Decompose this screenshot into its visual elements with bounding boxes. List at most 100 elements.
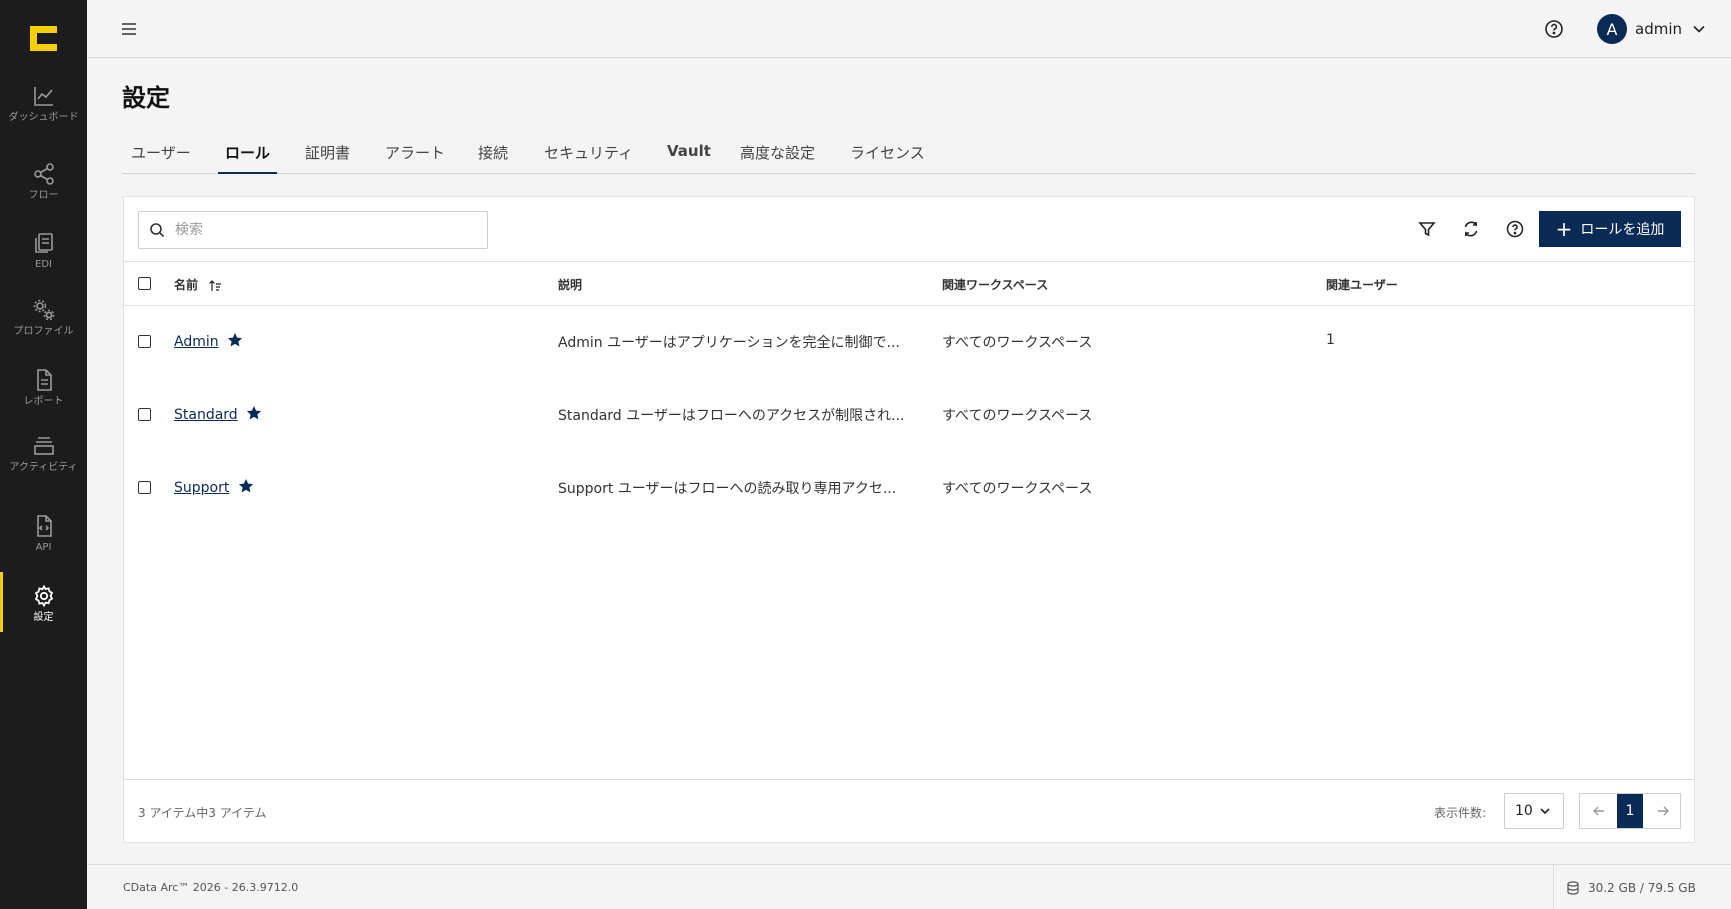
column-header-description: 説明 — [558, 278, 583, 292]
per-page-value: 10 — [1515, 803, 1533, 819]
description-cell: Standard ユーザーはフローへのアクセスが制限され... — [558, 408, 905, 424]
pagination-bar: 3 アイテム中3 アイテム 表示件数: 10 1 — [124, 779, 1694, 842]
tab-connections[interactable]: 接続 — [478, 142, 508, 174]
sort-ascending-icon[interactable] — [208, 279, 222, 293]
filter-icon[interactable] — [1417, 219, 1437, 239]
settings-tabs: ユーザー ロール 証明書 アラート 接続 セキュリティ Vault 高度な設定 … — [122, 138, 1695, 174]
chart-line-icon — [33, 87, 53, 106]
select-all-checkbox[interactable] — [138, 277, 151, 290]
sidebar-item-activity[interactable]: アクティビティ — [0, 434, 87, 473]
gears-icon — [33, 299, 54, 321]
table-row: Standard Standard ユーザーはフローへのアクセスが制限され...… — [124, 380, 1694, 452]
add-role-label: ロールを追加 — [1580, 222, 1665, 238]
chevron-down-icon — [1693, 25, 1705, 33]
per-page-label: 表示件数: — [1434, 806, 1487, 820]
sidebar: ダッシュボード フロー EDI プロファイル レポート アクティビティ API … — [0, 0, 87, 909]
sidebar-item-flow[interactable]: フロー — [0, 162, 87, 201]
role-name-cell: Standard — [174, 405, 262, 423]
role-name-cell: Admin — [174, 332, 243, 350]
per-page-select[interactable]: 10 — [1504, 793, 1564, 829]
hamburger-menu-icon[interactable] — [119, 19, 139, 39]
row-checkbox[interactable] — [138, 335, 151, 348]
sidebar-item-label: API — [35, 542, 52, 553]
gear-icon — [34, 584, 53, 608]
sidebar-item-api[interactable]: API — [0, 514, 87, 553]
storage-text: 30.2 GB / 79.5 GB — [1588, 880, 1696, 895]
workspace-cell: すべてのワークスペース — [942, 481, 1093, 497]
star-icon — [227, 333, 243, 347]
description-cell: Support ユーザーはフローへの読み取り専用アクセ... — [558, 481, 897, 497]
tab-certificates[interactable]: 証明書 — [305, 142, 350, 174]
workspace-cell: すべてのワークスペース — [942, 335, 1093, 351]
search-box — [138, 211, 488, 249]
sidebar-item-profile[interactable]: プロファイル — [0, 298, 87, 337]
users-cell: 1 — [1326, 332, 1335, 348]
column-header-name[interactable]: 名前 — [174, 276, 222, 293]
help-icon[interactable] — [1505, 219, 1525, 239]
sidebar-item-label: EDI — [35, 259, 52, 270]
previous-page-button[interactable] — [1582, 794, 1616, 828]
row-checkbox[interactable] — [138, 408, 151, 421]
documents-icon — [34, 233, 53, 253]
workspace-cell: すべてのワークスペース — [942, 408, 1093, 424]
sidebar-item-label: フロー — [28, 190, 59, 201]
role-name-cell: Support — [174, 478, 254, 496]
role-link[interactable]: Standard — [174, 407, 238, 423]
sidebar-item-label: 設定 — [33, 612, 54, 623]
page-title: 設定 — [122, 84, 170, 112]
top-header: A admin — [87, 0, 1731, 58]
sidebar-item-settings[interactable]: 設定 — [0, 572, 87, 632]
sidebar-item-label: アクティビティ — [9, 462, 78, 473]
tab-license[interactable]: ライセンス — [850, 142, 925, 174]
refresh-icon[interactable] — [1461, 219, 1481, 239]
sidebar-item-edi[interactable]: EDI — [0, 231, 87, 270]
description-cell: Admin ユーザーはアプリケーションを完全に制御で... — [558, 335, 900, 351]
roles-card: + ロールを追加 名前 説明 関連ワークスペース 関連ユーザー Admin Ad… — [123, 196, 1695, 843]
storage-indicator: 30.2 GB / 79.5 GB — [1553, 865, 1696, 909]
report-icon — [36, 369, 52, 391]
tab-vault[interactable]: Vault — [667, 142, 711, 174]
arrow-right-icon — [1658, 806, 1669, 816]
database-icon — [1567, 880, 1579, 895]
app-footer: CData Arc™ 2026 - 26.3.9712.0 30.2 GB / … — [87, 864, 1731, 909]
activity-stack-icon — [33, 437, 54, 455]
role-link[interactable]: Admin — [174, 334, 219, 350]
search-input[interactable] — [175, 222, 475, 238]
item-count-text: 3 アイテム中3 アイテム — [138, 806, 267, 820]
share-nodes-icon — [33, 163, 54, 185]
star-icon — [238, 479, 253, 493]
version-text: CData Arc™ 2026 - 26.3.9712.0 — [123, 881, 299, 894]
sidebar-item-label: レポート — [23, 396, 64, 407]
table-header: 名前 説明 関連ワークスペース 関連ユーザー — [124, 261, 1694, 306]
row-checkbox[interactable] — [138, 481, 151, 494]
page-number-button[interactable]: 1 — [1617, 794, 1643, 828]
user-menu[interactable]: A admin — [1597, 14, 1706, 44]
column-header-workspace: 関連ワークスペース — [942, 278, 1049, 292]
sidebar-item-report[interactable]: レポート — [0, 368, 87, 407]
next-page-button[interactable] — [1646, 794, 1680, 828]
cdata-logo-icon[interactable] — [30, 26, 57, 51]
column-header-users: 関連ユーザー — [1326, 278, 1398, 292]
tab-roles[interactable]: ロール — [218, 142, 278, 174]
table-row: Admin Admin ユーザーはアプリケーションを完全に制御で... すべての… — [124, 307, 1694, 379]
chevron-down-icon — [1540, 808, 1550, 815]
avatar: A — [1597, 14, 1627, 44]
tab-users[interactable]: ユーザー — [131, 142, 191, 174]
sidebar-item-label: ダッシュボード — [8, 112, 79, 123]
tab-alerts[interactable]: アラート — [385, 142, 445, 174]
help-icon[interactable] — [1543, 18, 1565, 40]
table-row: Support Support ユーザーはフローへの読み取り専用アクセ... す… — [124, 453, 1694, 525]
user-name: admin — [1635, 20, 1682, 38]
sidebar-item-label: プロファイル — [13, 326, 74, 337]
add-role-button[interactable]: + ロールを追加 — [1539, 211, 1681, 247]
tab-advanced[interactable]: 高度な設定 — [740, 142, 815, 174]
plus-icon: + — [1555, 217, 1573, 241]
search-icon — [150, 223, 165, 238]
pager: 1 — [1579, 793, 1681, 829]
arrow-left-icon — [1593, 806, 1604, 816]
sidebar-item-dashboard[interactable]: ダッシュボード — [0, 84, 87, 123]
tab-security[interactable]: セキュリティ — [544, 142, 633, 174]
column-header-label: 名前 — [174, 278, 199, 292]
role-link[interactable]: Support — [174, 480, 229, 496]
star-icon — [247, 406, 262, 420]
